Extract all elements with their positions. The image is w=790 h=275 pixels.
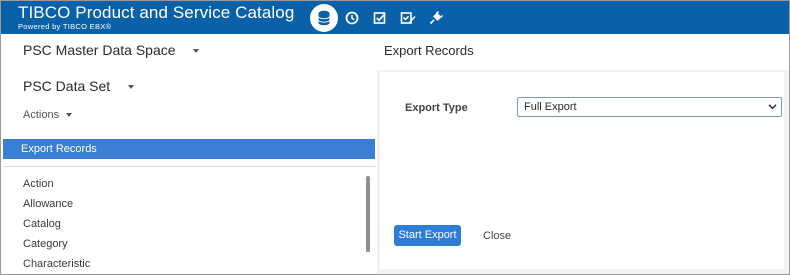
brand-logo[interactable]: TIBCO Product and Service Catalog Powere… <box>18 3 295 32</box>
plug-icon[interactable] <box>422 4 450 32</box>
dataset-selector[interactable]: PSC Data Set <box>23 78 135 94</box>
export-form: Export Type Full Export Start Export Clo… <box>380 72 784 269</box>
edit-checkbox-icon[interactable] <box>394 4 422 32</box>
chevron-down-icon <box>768 104 777 110</box>
database-icon[interactable] <box>310 4 338 32</box>
clock-icon[interactable] <box>338 4 366 32</box>
chevron-down-icon <box>66 113 73 118</box>
actions-menu[interactable]: Actions <box>23 109 73 121</box>
export-type-select[interactable]: Full Export <box>517 97 782 117</box>
list-item[interactable]: Category <box>23 238 90 258</box>
dataspace-label: PSC Master Data Space <box>23 42 176 58</box>
actions-label: Actions <box>23 109 60 121</box>
list-item[interactable]: Catalog <box>23 218 90 238</box>
brand-title: TIBCO Product and Service Catalog <box>18 3 295 22</box>
top-bar: TIBCO Product and Service Catalog Powere… <box>1 1 789 34</box>
dataspace-selector[interactable]: PSC Master Data Space <box>23 42 200 58</box>
page-title: Export Records <box>384 43 474 58</box>
app-window: TIBCO Product and Service Catalog Powere… <box>0 0 790 275</box>
chevron-down-icon <box>128 85 135 90</box>
main-content: Export Type Full Export Start Export Clo… <box>377 70 789 274</box>
export-type-label: Export Type <box>405 102 468 114</box>
list-scrollbar[interactable] <box>366 176 370 252</box>
checkbox-icon[interactable] <box>366 4 394 32</box>
left-navigation-panel: PSC Master Data Space PSC Data Set Actio… <box>3 34 375 274</box>
top-nav-icons <box>310 4 450 32</box>
main-header: Export Records <box>377 34 789 70</box>
nav-item-export-records[interactable]: Export Records <box>3 139 375 159</box>
dataset-label: PSC Data Set <box>23 78 111 94</box>
close-button[interactable]: Close <box>483 230 511 242</box>
export-type-value: Full Export <box>524 101 577 113</box>
chevron-down-icon <box>193 49 200 54</box>
list-item[interactable]: Action <box>23 178 90 198</box>
list-item[interactable]: Allowance <box>23 198 90 218</box>
table-list: Action Allowance Catalog Category Charac… <box>23 178 90 274</box>
divider <box>3 166 375 167</box>
brand-subtitle: Powered by TIBCO EBX® <box>18 22 112 31</box>
start-export-button[interactable]: Start Export <box>394 225 461 246</box>
list-item[interactable]: Characteristic <box>23 258 90 274</box>
